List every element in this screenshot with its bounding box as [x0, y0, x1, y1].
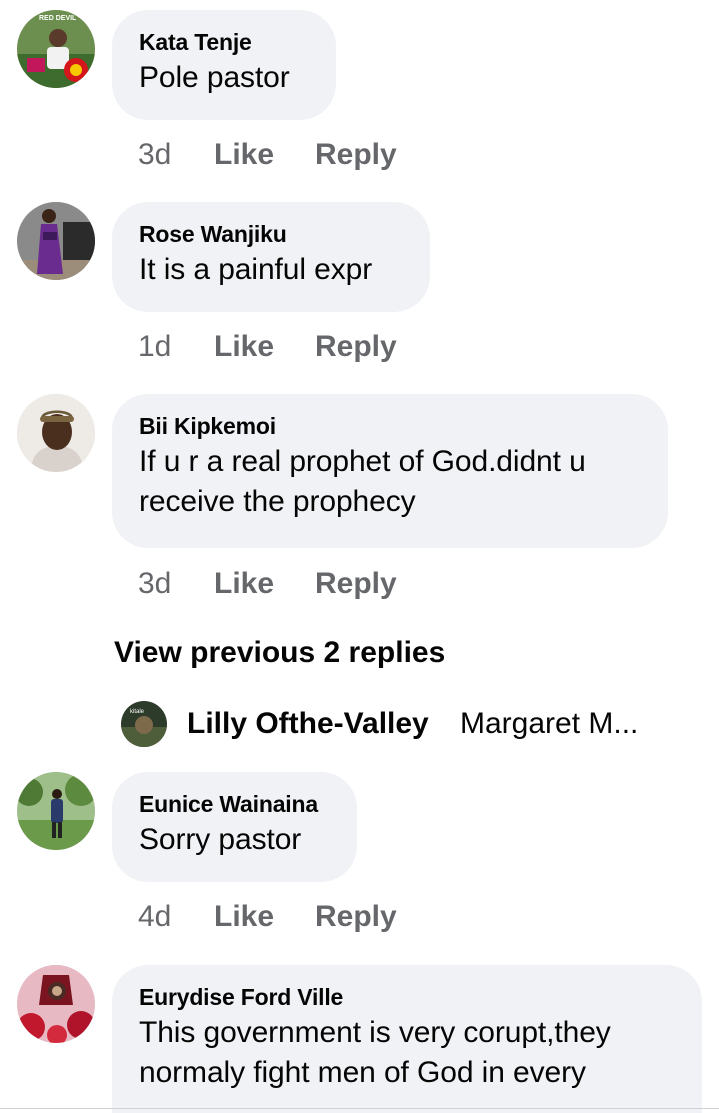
- comment-author[interactable]: Eurydise Ford Ville: [139, 983, 675, 1011]
- avatar-image: [17, 202, 95, 280]
- comment-actions: 1d Like Reply: [138, 329, 397, 365]
- comment-timestamp[interactable]: 1d: [138, 329, 214, 365]
- divider: [0, 1108, 719, 1109]
- comment-text: Sorry pastor: [139, 823, 302, 856]
- avatar[interactable]: RED DEVIL: [17, 10, 95, 88]
- comment-bubble[interactable]: Kata Tenje Pole pastor: [112, 10, 336, 120]
- like-button[interactable]: Like: [214, 899, 315, 935]
- comment-author[interactable]: Kata Tenje: [139, 28, 309, 56]
- svg-text:kitale: kitale: [130, 709, 145, 715]
- avatar-image: [17, 394, 95, 472]
- avatar-image: kitale: [121, 701, 167, 747]
- comment-actions: 4d Like Reply: [138, 899, 397, 935]
- avatar-image: [17, 772, 95, 850]
- reply-author[interactable]: Lilly Ofthe-Valley: [187, 705, 429, 743]
- avatar-image: RED DEVIL: [17, 10, 95, 88]
- reply-snippet: Margaret M...: [460, 707, 639, 740]
- like-button[interactable]: Like: [214, 137, 315, 173]
- comment-bubble[interactable]: Eurydise Ford Ville This government is v…: [112, 965, 702, 1113]
- like-button[interactable]: Like: [214, 329, 315, 365]
- comment-bubble[interactable]: Rose Wanjiku It is a painful expr: [112, 202, 430, 312]
- view-previous-replies-link[interactable]: View previous 2 replies: [114, 634, 445, 672]
- comment-author[interactable]: Bii Kipkemoi: [139, 412, 641, 440]
- comment-text: This government is very corupt,they norm…: [139, 1016, 611, 1089]
- avatar-image: [17, 965, 95, 1043]
- comment-bubble[interactable]: Eunice Wainaina Sorry pastor: [112, 772, 357, 882]
- avatar: kitale: [121, 701, 167, 747]
- comments-thread: RED DEVIL Kata Tenje Pole pastor 3d Like R…: [0, 0, 719, 1113]
- comment-actions: 3d Like Reply: [138, 137, 397, 173]
- comment-timestamp[interactable]: 3d: [138, 566, 214, 602]
- comment-text: It is a painful expr: [139, 253, 373, 286]
- comment-actions: 3d Like Reply: [138, 566, 397, 602]
- comment-author[interactable]: Rose Wanjiku: [139, 220, 403, 248]
- reply-button[interactable]: Reply: [315, 566, 397, 602]
- avatar[interactable]: [17, 965, 95, 1043]
- reply-button[interactable]: Reply: [315, 137, 397, 173]
- avatar[interactable]: [17, 772, 95, 850]
- comment-timestamp[interactable]: 4d: [138, 899, 214, 935]
- comment-bubble[interactable]: Bii Kipkemoi If u r a real prophet of Go…: [112, 394, 668, 548]
- comment-timestamp[interactable]: 3d: [138, 137, 214, 173]
- comment-author[interactable]: Eunice Wainaina: [139, 790, 330, 818]
- avatar[interactable]: [17, 202, 95, 280]
- svg-text:RED DEVIL: RED DEVIL: [39, 15, 77, 22]
- like-button[interactable]: Like: [214, 566, 315, 602]
- reply-button[interactable]: Reply: [315, 899, 397, 935]
- reply-button[interactable]: Reply: [315, 329, 397, 365]
- avatar[interactable]: [17, 394, 95, 472]
- comment-text: Pole pastor: [139, 61, 290, 94]
- comment-text: If u r a real prophet of God.didnt u rec…: [139, 445, 586, 518]
